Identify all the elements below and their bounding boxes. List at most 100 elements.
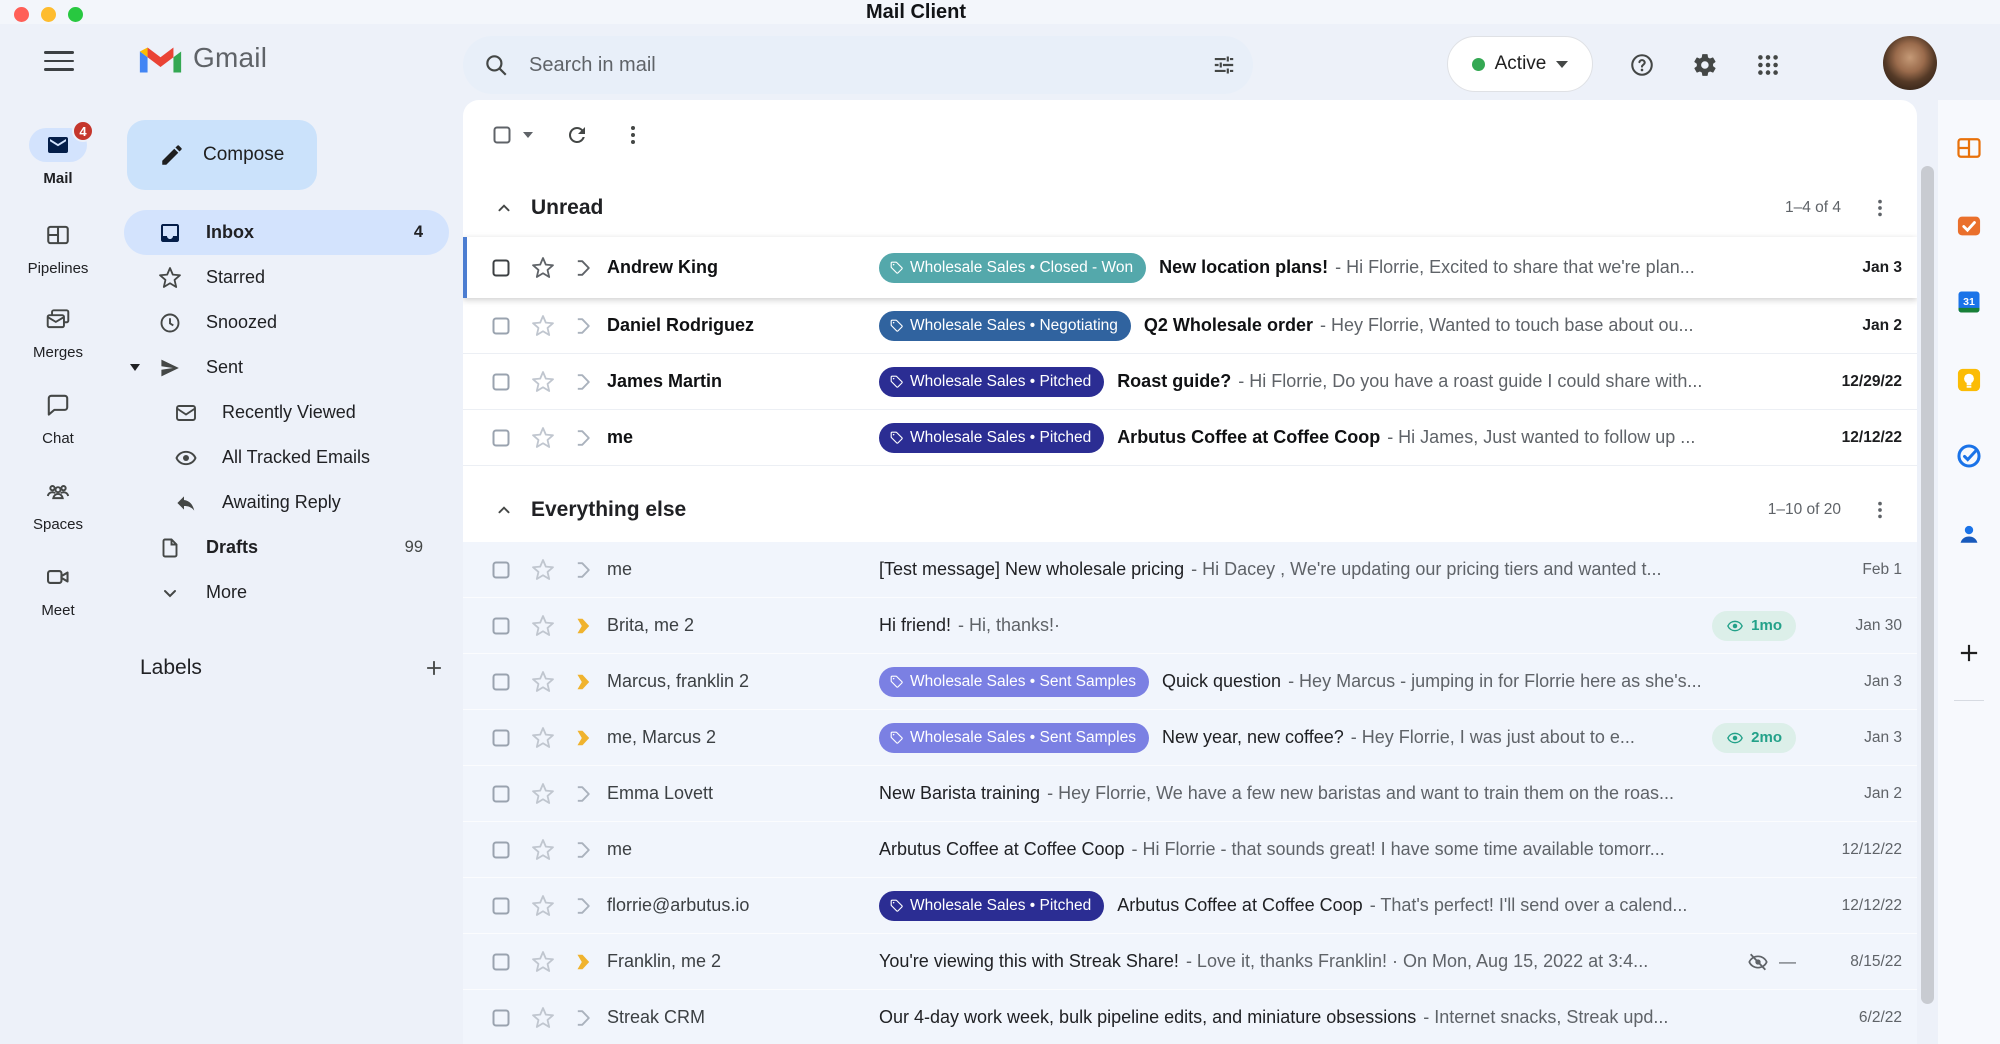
nav-rail-item-spaces[interactable]: Spaces bbox=[0, 474, 116, 533]
more-options-kebab-icon[interactable] bbox=[621, 123, 645, 147]
sidebar-item-more[interactable]: More bbox=[124, 570, 449, 615]
nav-rail-item-pipelines[interactable]: Pipelines bbox=[0, 218, 116, 277]
google-contacts-icon[interactable] bbox=[1938, 520, 2000, 548]
streak-box-icon[interactable] bbox=[571, 670, 595, 694]
sidebar-item-inbox[interactable]: Inbox 4 bbox=[124, 210, 449, 255]
sidebar-item-recently-viewed[interactable]: Recently Viewed bbox=[124, 390, 449, 435]
search-icon[interactable] bbox=[483, 52, 509, 78]
star-icon[interactable] bbox=[531, 256, 555, 280]
row-checkbox[interactable] bbox=[489, 614, 513, 638]
star-icon[interactable] bbox=[531, 670, 555, 694]
pipeline-stage-label[interactable]: Wholesale Sales • Pitched bbox=[879, 891, 1104, 921]
search-bar[interactable] bbox=[463, 36, 1253, 94]
select-all-checkbox[interactable] bbox=[490, 123, 514, 147]
email-row[interactable]: florrie@arbutus.io Wholesale Sales • Pit… bbox=[463, 878, 1917, 934]
row-checkbox[interactable] bbox=[489, 558, 513, 582]
row-checkbox[interactable] bbox=[489, 670, 513, 694]
streak-box-icon[interactable] bbox=[571, 614, 595, 638]
help-button[interactable] bbox=[1622, 45, 1662, 85]
streak-box-icon[interactable] bbox=[571, 782, 595, 806]
nav-rail-item-merges[interactable]: Merges bbox=[0, 302, 116, 361]
nav-rail-item-chat[interactable]: Chat bbox=[0, 388, 116, 447]
pipeline-stage-label[interactable]: Wholesale Sales • Pitched bbox=[879, 423, 1104, 453]
row-checkbox[interactable] bbox=[489, 1006, 513, 1030]
email-row[interactable]: Brita, me 2 Hi friend! - Hi, thanks!· 1m… bbox=[463, 598, 1917, 654]
email-row[interactable]: Daniel Rodriguez Wholesale Sales • Negot… bbox=[463, 298, 1917, 354]
star-icon[interactable] bbox=[531, 838, 555, 862]
pipeline-stage-label[interactable]: Wholesale Sales • Negotiating bbox=[879, 311, 1131, 341]
sidebar-item-drafts[interactable]: Drafts 99 bbox=[124, 525, 449, 570]
row-checkbox[interactable] bbox=[489, 782, 513, 806]
email-row[interactable]: me, Marcus 2 Wholesale Sales • Sent Samp… bbox=[463, 710, 1917, 766]
star-icon[interactable] bbox=[531, 1006, 555, 1030]
email-row[interactable]: Marcus, franklin 2 Wholesale Sales • Sen… bbox=[463, 654, 1917, 710]
settings-button[interactable] bbox=[1685, 45, 1725, 85]
row-checkbox[interactable] bbox=[489, 894, 513, 918]
status-dropdown[interactable]: Active bbox=[1447, 36, 1593, 92]
refresh-button[interactable] bbox=[565, 123, 589, 147]
google-apps-button[interactable] bbox=[1748, 45, 1788, 85]
google-keep-icon[interactable] bbox=[1938, 366, 2000, 394]
sidebar-item-all-tracked-emails[interactable]: All Tracked Emails bbox=[124, 435, 449, 480]
nav-rail-item-meet[interactable]: Meet bbox=[0, 560, 116, 619]
zoom-button[interactable] bbox=[68, 7, 83, 22]
row-checkbox[interactable] bbox=[489, 314, 513, 338]
email-row[interactable]: me Arbutus Coffee at Coffee Coop - Hi Fl… bbox=[463, 822, 1917, 878]
nav-rail-item-mail[interactable]: 4 Mail bbox=[0, 128, 116, 187]
streak-box-icon[interactable] bbox=[571, 950, 595, 974]
email-row[interactable]: Streak CRM Our 4-day work week, bulk pip… bbox=[463, 990, 1917, 1044]
sidebar-item-sent[interactable]: Sent bbox=[124, 345, 449, 390]
email-tracking-badge[interactable]: 2mo bbox=[1712, 723, 1796, 753]
row-checkbox[interactable] bbox=[489, 726, 513, 750]
add-label-button[interactable] bbox=[423, 657, 445, 679]
star-icon[interactable] bbox=[531, 314, 555, 338]
collapse-section-chevron-icon[interactable] bbox=[493, 197, 515, 219]
sidebar-item-starred[interactable]: Starred bbox=[124, 255, 449, 300]
scrollbar-thumb[interactable] bbox=[1921, 166, 1934, 1004]
search-options-tune-icon[interactable] bbox=[1211, 52, 1237, 78]
star-icon[interactable] bbox=[531, 726, 555, 750]
collapse-section-chevron-icon[interactable] bbox=[493, 499, 515, 521]
get-addons-plus-icon[interactable] bbox=[1938, 640, 2000, 666]
sidebar-item-awaiting-reply[interactable]: Awaiting Reply bbox=[124, 480, 449, 525]
row-checkbox[interactable] bbox=[489, 370, 513, 394]
streak-pipelines-icon[interactable] bbox=[1938, 134, 2000, 162]
row-checkbox[interactable] bbox=[489, 838, 513, 862]
compose-button[interactable]: Compose bbox=[127, 120, 317, 190]
minimize-button[interactable] bbox=[41, 7, 56, 22]
row-checkbox[interactable] bbox=[489, 426, 513, 450]
streak-box-icon[interactable] bbox=[571, 726, 595, 750]
streak-box-icon[interactable] bbox=[571, 314, 595, 338]
streak-box-icon[interactable] bbox=[571, 256, 595, 280]
pipeline-stage-label[interactable]: Wholesale Sales • Closed - Won bbox=[879, 253, 1146, 283]
row-checkbox[interactable] bbox=[489, 256, 513, 280]
search-input[interactable] bbox=[527, 53, 1211, 78]
email-row[interactable]: me Wholesale Sales • Pitched Arbutus Cof… bbox=[463, 410, 1917, 466]
pipeline-stage-label[interactable]: Wholesale Sales • Sent Samples bbox=[879, 723, 1149, 753]
google-calendar-icon[interactable] bbox=[1938, 288, 2000, 316]
star-icon[interactable] bbox=[531, 370, 555, 394]
streak-box-icon[interactable] bbox=[571, 370, 595, 394]
streak-box-icon[interactable] bbox=[571, 426, 595, 450]
star-icon[interactable] bbox=[531, 782, 555, 806]
close-button[interactable] bbox=[14, 7, 29, 22]
streak-box-icon[interactable] bbox=[571, 1006, 595, 1030]
streak-box-icon[interactable] bbox=[571, 894, 595, 918]
email-row[interactable]: James Martin Wholesale Sales • Pitched R… bbox=[463, 354, 1917, 410]
star-icon[interactable] bbox=[531, 426, 555, 450]
sidebar-item-snoozed[interactable]: Snoozed bbox=[124, 300, 449, 345]
row-checkbox[interactable] bbox=[489, 950, 513, 974]
email-row[interactable]: Andrew King Wholesale Sales • Closed - W… bbox=[463, 237, 1917, 298]
pipeline-stage-label[interactable]: Wholesale Sales • Sent Samples bbox=[879, 667, 1149, 697]
account-avatar[interactable] bbox=[1883, 36, 1937, 90]
collapse-triangle-icon[interactable] bbox=[130, 364, 140, 371]
select-dropdown-icon[interactable] bbox=[523, 132, 533, 138]
section-kebab-icon[interactable] bbox=[1869, 499, 1891, 521]
star-icon[interactable] bbox=[531, 614, 555, 638]
star-icon[interactable] bbox=[531, 558, 555, 582]
email-row[interactable]: Franklin, me 2 You're viewing this with … bbox=[463, 934, 1917, 990]
streak-box-icon[interactable] bbox=[571, 838, 595, 862]
star-icon[interactable] bbox=[531, 950, 555, 974]
streak-email-tasks-icon[interactable] bbox=[1938, 212, 2000, 240]
star-icon[interactable] bbox=[531, 894, 555, 918]
